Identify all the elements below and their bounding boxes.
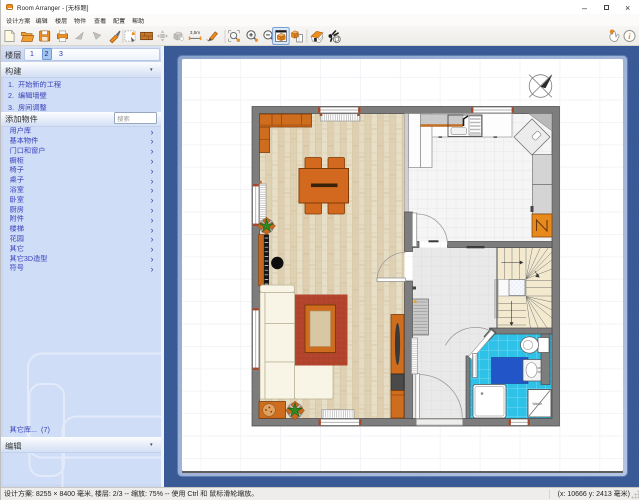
svg-text:Wasch: Wasch [532,402,542,406]
svg-text:3,5m: 3,5m [190,30,200,35]
